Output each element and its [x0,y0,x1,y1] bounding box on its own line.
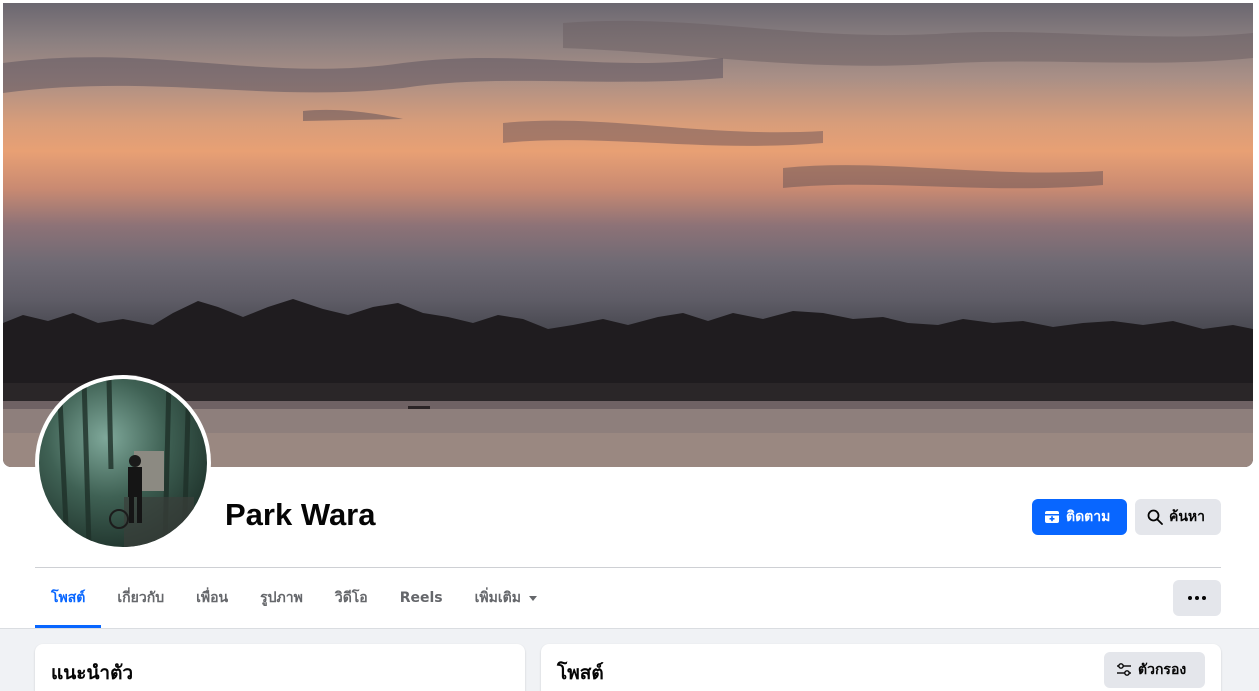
tab-photos[interactable]: รูปภาพ [244,568,319,628]
tab-posts[interactable]: โพสต์ [35,568,102,628]
profile-avatar[interactable] [35,375,211,551]
more-options-icon [1188,596,1192,600]
more-options-icon [1195,596,1199,600]
profile-name: Park Wara [225,497,376,532]
avatar-image [39,379,207,547]
filter-sliders-icon [1117,663,1131,676]
tab-reels[interactable]: Reels [384,568,459,628]
tab-more[interactable]: เพิ่มเติม [459,568,553,628]
filter-button-label: ตัวกรอง [1138,662,1187,678]
posts-card: โพสต์ ตัวกรอง [541,644,1221,691]
more-options-button[interactable] [1173,580,1221,616]
tab-label: เพิ่มเติม [474,590,521,606]
search-icon [1147,509,1163,525]
intro-card: แนะนำตัว [35,644,525,691]
profile-page: Park Wara ติดตาม ค้นหา โพสต์ เกี่ยวกับ เ… [0,0,1259,691]
profile-tabs: โพสต์ เกี่ยวกับ เพื่อน รูปภาพ วิดีโอ Ree… [35,568,553,628]
caret-down-icon [528,595,537,601]
search-button[interactable]: ค้นหา [1135,499,1221,535]
tab-about[interactable]: เกี่ยวกับ [101,568,180,628]
follow-button-label: ติดตาม [1066,509,1111,525]
tab-friends[interactable]: เพื่อน [180,568,244,628]
tab-videos[interactable]: วิดีโอ [319,568,384,628]
tab-label: เกี่ยวกับ [117,590,165,606]
more-options-icon [1202,596,1206,600]
follow-button[interactable]: ติดตาม [1032,499,1127,535]
avatar-photo [56,379,194,547]
tab-label: โพสต์ [51,590,86,606]
tab-label: เพื่อน [196,590,229,606]
search-button-label: ค้นหา [1169,509,1206,525]
tab-label: Reels [399,590,443,606]
filter-button[interactable]: ตัวกรอง [1104,652,1205,688]
tab-label: วิดีโอ [334,590,368,606]
tab-label: รูปภาพ [260,590,303,606]
posts-title: โพสต์ [557,662,604,684]
intro-title: แนะนำตัว [51,662,134,684]
add-to-feed-icon [1045,511,1059,523]
